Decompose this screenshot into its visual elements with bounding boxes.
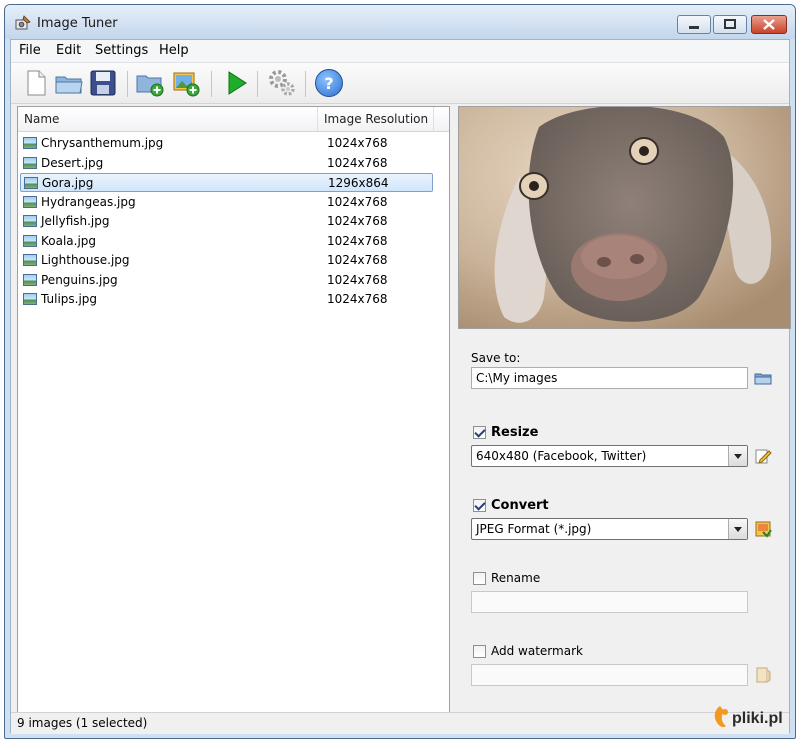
pliki-logo: pliki.pl: [714, 706, 783, 728]
file-resolution: 1296x864: [328, 176, 389, 190]
list-item[interactable]: Gora.jpg 1296x864: [20, 173, 433, 192]
file-resolution: 1024x768: [327, 155, 388, 170]
image-file-icon: [23, 273, 37, 286]
save-path-field[interactable]: C:\My images: [471, 367, 748, 389]
list-item[interactable]: Jellyfish.jpg 1024x768: [20, 212, 433, 231]
maximize-icon: [724, 19, 736, 29]
file-name: Koala.jpg: [41, 233, 97, 248]
status-bar: 9 images (1 selected): [11, 712, 789, 734]
convert-select-value: JPEG Format (*.jpg): [476, 522, 592, 536]
image-file-icon: [23, 293, 37, 305]
resize-select[interactable]: 640x480 (Facebook, Twitter): [471, 445, 748, 467]
list-item[interactable]: Hydrangeas.jpg 1024x768: [20, 193, 433, 212]
list-header: Name Image Resolution: [18, 107, 449, 132]
client-area: File Edit Settings Help ? Name Image Res…: [10, 39, 791, 734]
format-options-icon[interactable]: [754, 520, 772, 538]
convert-label: Convert: [491, 498, 549, 513]
list-item[interactable]: Lighthouse.jpg 1024x768: [20, 251, 433, 270]
file-name: Tulips.jpg: [41, 292, 98, 306]
toolbar-separator: [127, 71, 128, 97]
menu-help[interactable]: Help: [159, 43, 189, 58]
image-preview: [458, 106, 791, 329]
menu-file[interactable]: File: [19, 43, 41, 58]
file-name: Desert.jpg: [41, 155, 104, 170]
minimize-icon: [689, 26, 699, 29]
column-resolution[interactable]: Image Resolution: [318, 107, 434, 131]
rename-field[interactable]: [471, 591, 748, 613]
toolbar-separator: [211, 71, 212, 97]
file-resolution: 1024x768: [327, 136, 388, 150]
app-window: Image Tuner File Edit Settings Help ? Na…: [4, 4, 796, 739]
resize-checkbox[interactable]: [473, 426, 486, 439]
open-folder-icon[interactable]: [54, 68, 84, 98]
minimize-button[interactable]: [677, 15, 711, 34]
status-text: 9 images (1 selected): [17, 716, 148, 730]
image-file-icon: [23, 137, 37, 149]
maximize-button[interactable]: [713, 15, 747, 34]
image-file-icon: [23, 156, 37, 169]
file-resolution: 1024x768: [327, 194, 388, 209]
add-folder-icon[interactable]: [135, 68, 165, 98]
resize-label: Resize: [491, 425, 539, 440]
watermark-image-icon[interactable]: [754, 666, 772, 684]
edit-sizes-icon[interactable]: [754, 447, 772, 465]
browse-folder-icon[interactable]: [754, 369, 772, 387]
file-resolution: 1024x768: [327, 214, 388, 228]
watermark-field[interactable]: [471, 664, 748, 686]
watermark-checkbox[interactable]: [473, 645, 486, 658]
help-icon[interactable]: ?: [315, 69, 343, 97]
convert-select[interactable]: JPEG Format (*.jpg): [471, 518, 748, 540]
menu-settings[interactable]: Settings: [95, 43, 148, 58]
watermark-label: Add watermark: [491, 644, 583, 658]
dog-photo: [459, 107, 790, 328]
brand-text: pliki.pl: [732, 710, 783, 727]
image-file-icon: [23, 254, 37, 266]
file-resolution: 1024x768: [327, 272, 388, 287]
image-file-icon: [23, 195, 37, 208]
file-name: Hydrangeas.jpg: [41, 194, 136, 209]
run-icon[interactable]: [221, 68, 251, 98]
save-icon[interactable]: [88, 68, 118, 98]
rename-label: Rename: [491, 571, 541, 585]
file-resolution: 1024x768: [327, 253, 388, 267]
list-item[interactable]: Penguins.jpg 1024x768: [20, 271, 433, 290]
window-title: Image Tuner: [37, 16, 118, 31]
image-file-icon: [23, 215, 37, 227]
title-bar[interactable]: Image Tuner: [5, 5, 795, 39]
file-resolution: 1024x768: [327, 233, 388, 248]
chevron-down-icon[interactable]: [728, 519, 747, 539]
list-item[interactable]: Koala.jpg 1024x768: [20, 232, 433, 251]
file-name: Chrysanthemum.jpg: [41, 136, 164, 150]
list-item[interactable]: Tulips.jpg 1024x768: [20, 290, 433, 309]
image-file-icon: [23, 234, 37, 247]
toolbar-separator: [305, 71, 306, 97]
add-image-icon[interactable]: [171, 68, 201, 98]
image-file-icon: [24, 177, 38, 189]
toolbar: ?: [11, 63, 789, 104]
file-name: Gora.jpg: [42, 176, 94, 190]
help-glyph: ?: [324, 74, 334, 93]
file-name: Penguins.jpg: [41, 272, 118, 287]
menu-edit[interactable]: Edit: [56, 43, 81, 58]
file-list[interactable]: Name Image Resolution Chrysanthemum.jpg 1…: [17, 106, 450, 716]
file-resolution: 1024x768: [327, 292, 388, 306]
list-item[interactable]: Desert.jpg 1024x768: [20, 154, 433, 173]
list-item[interactable]: Chrysanthemum.jpg 1024x768: [20, 134, 433, 153]
convert-checkbox[interactable]: [473, 499, 486, 512]
save-to-label: Save to:: [471, 351, 521, 365]
file-name: Jellyfish.jpg: [41, 214, 110, 228]
new-file-icon[interactable]: [21, 68, 51, 98]
menu-bar: File Edit Settings Help: [11, 40, 789, 63]
toolbar-separator: [257, 71, 258, 97]
close-icon: [763, 19, 775, 30]
file-name: Lighthouse.jpg: [41, 253, 130, 267]
settings-gears-icon[interactable]: [267, 68, 297, 98]
rename-checkbox[interactable]: [473, 572, 486, 585]
column-name[interactable]: Name: [18, 107, 318, 131]
resize-select-value: 640x480 (Facebook, Twitter): [476, 449, 647, 463]
close-button[interactable]: [751, 15, 787, 34]
chevron-down-icon[interactable]: [728, 446, 747, 466]
app-icon: [15, 15, 31, 30]
